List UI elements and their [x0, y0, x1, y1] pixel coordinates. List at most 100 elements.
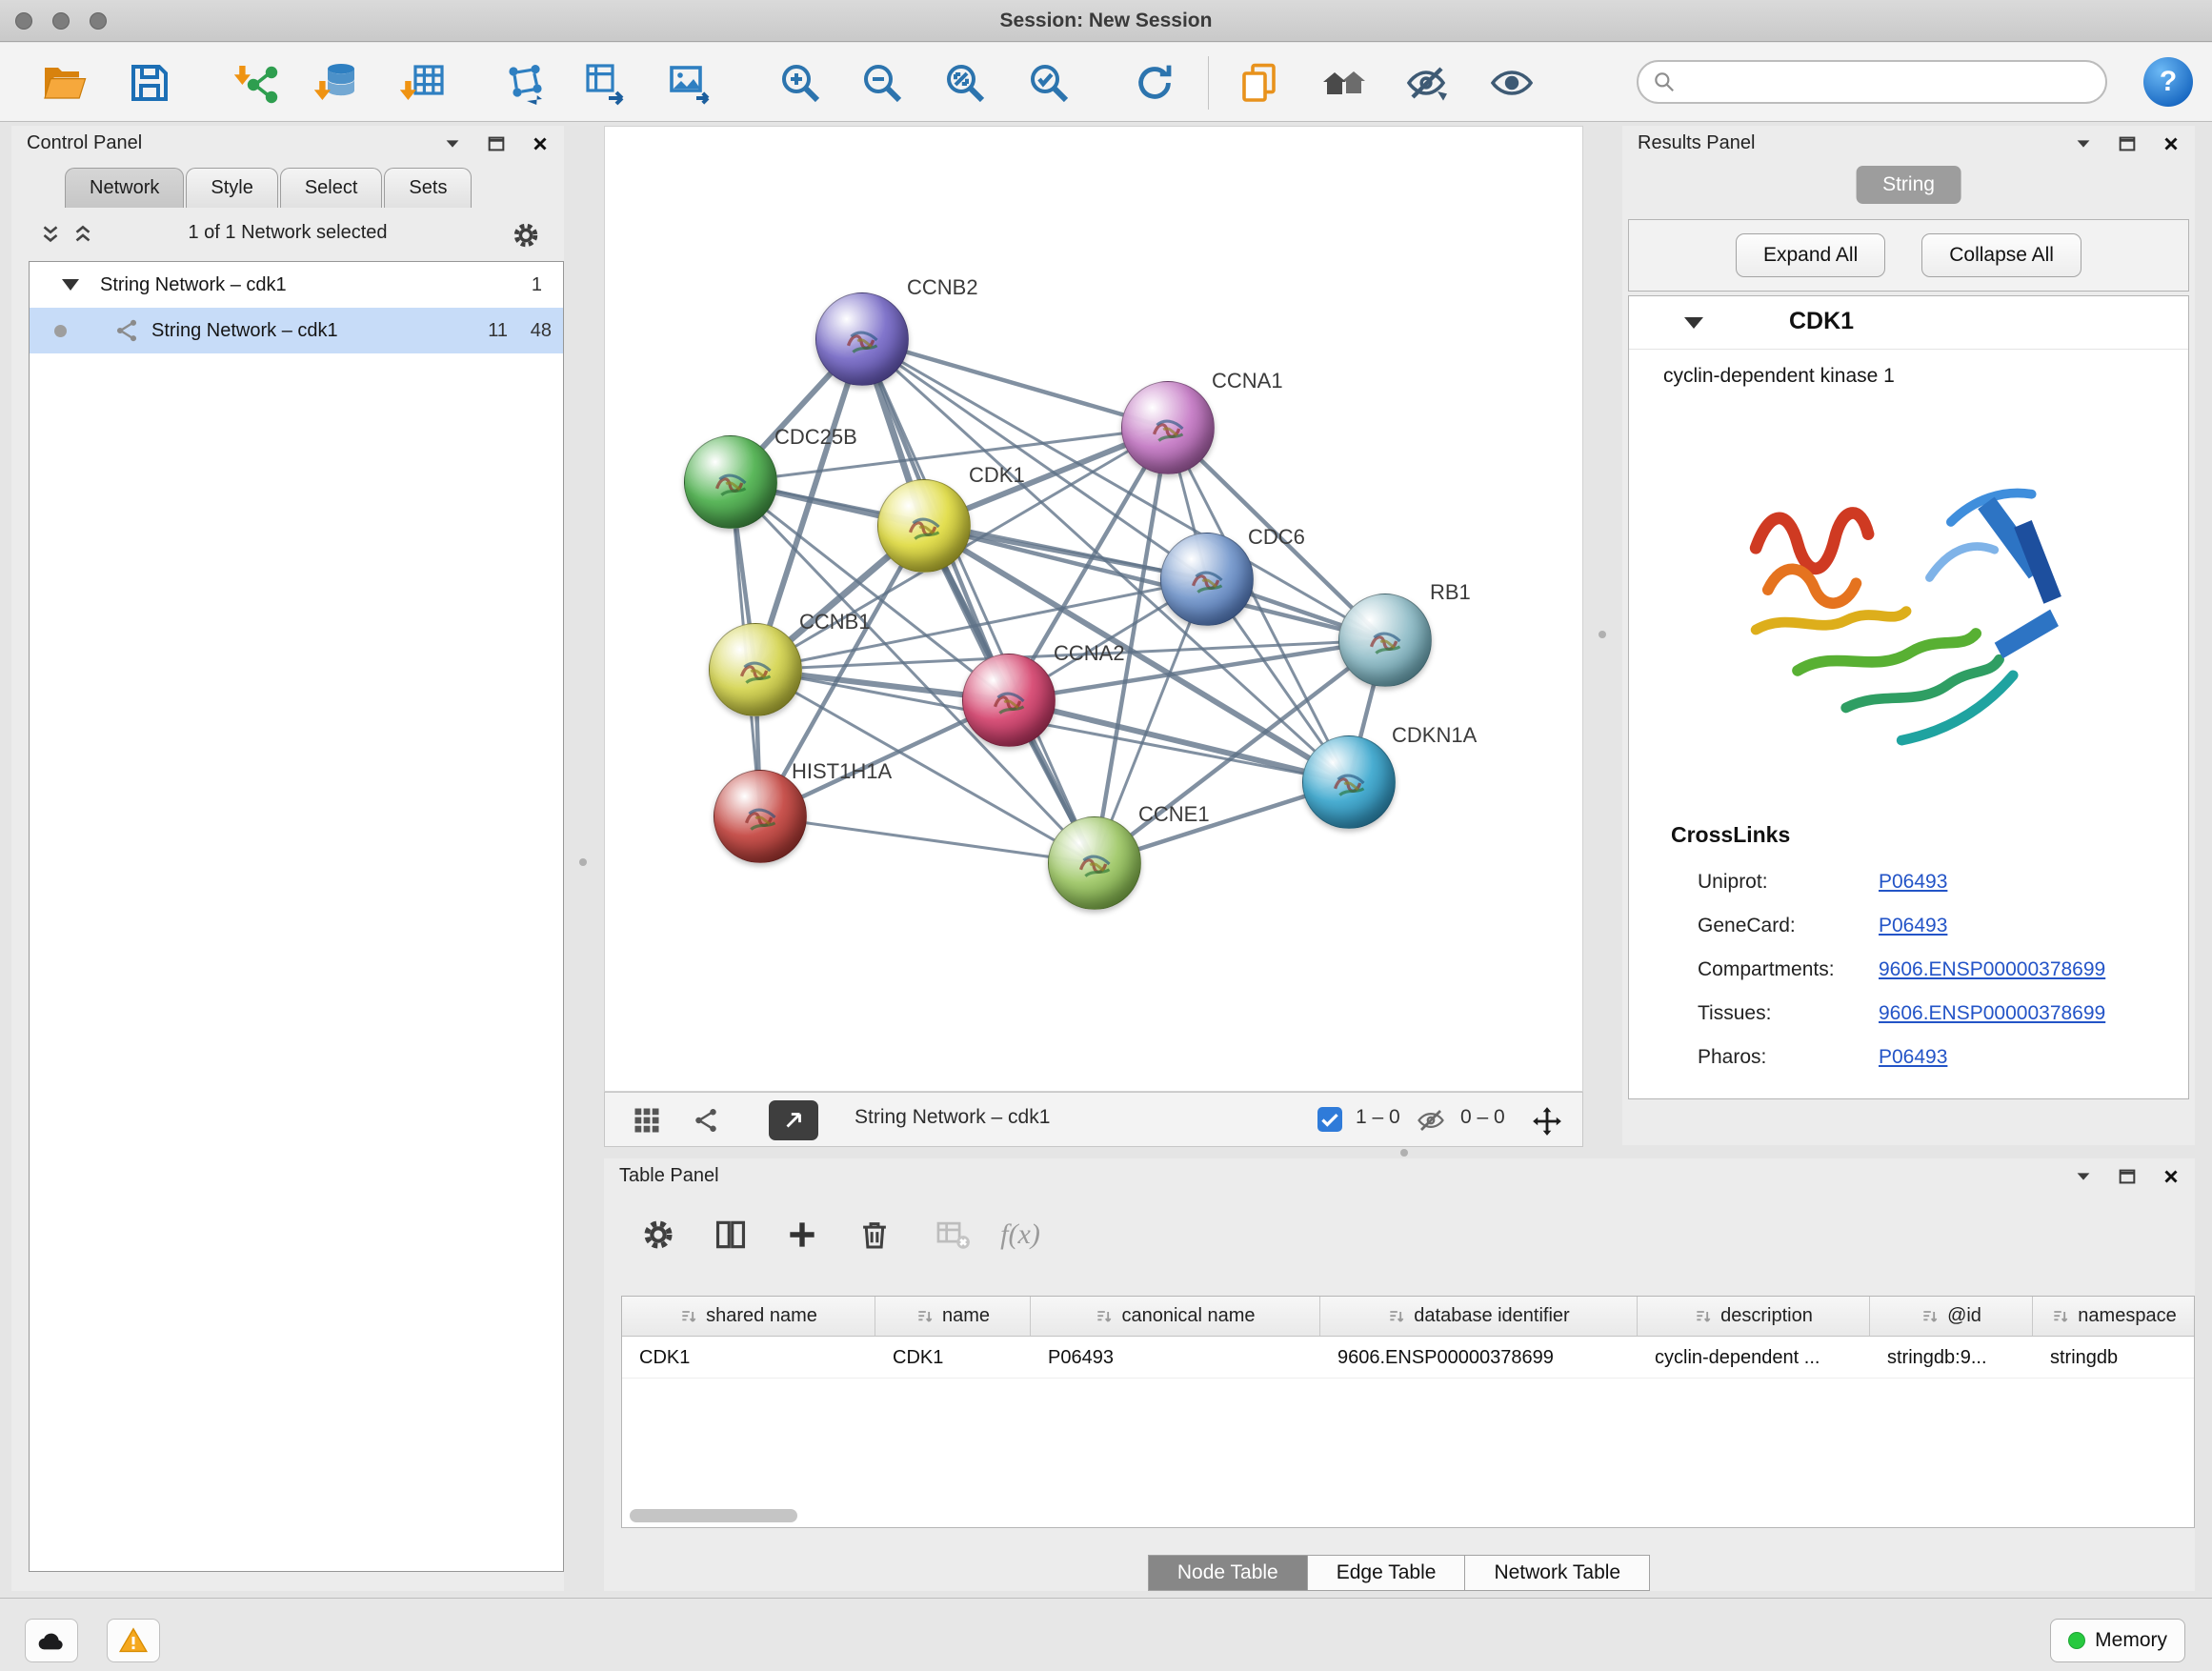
- export-image-button[interactable]: [662, 56, 715, 110]
- results-panel-close-button[interactable]: [2157, 130, 2185, 158]
- network-node-CCNE1[interactable]: [1048, 816, 1141, 910]
- crosslink-link[interactable]: 9606.ENSP00000378699: [1879, 948, 2105, 992]
- window-minimize-button[interactable]: [52, 12, 70, 30]
- search-input[interactable]: [1684, 71, 2105, 93]
- column-header-shared-name[interactable]: shared name: [622, 1297, 875, 1336]
- create-column-button[interactable]: [778, 1210, 826, 1259]
- window-zoom-button[interactable]: [90, 12, 107, 30]
- selected-indicator-checkbox[interactable]: [1317, 1107, 1342, 1132]
- control-panel-float-button[interactable]: [482, 130, 511, 158]
- memory-button[interactable]: Memory: [2050, 1619, 2185, 1662]
- table-cell[interactable]: CDK1: [875, 1337, 1031, 1378]
- birds-eye-view-button[interactable]: [626, 1102, 668, 1138]
- table-cell[interactable]: P06493: [1031, 1337, 1320, 1378]
- table-cell[interactable]: CDK1: [622, 1337, 875, 1378]
- delete-column-button[interactable]: [851, 1210, 898, 1259]
- welcome-screen-button[interactable]: [1317, 56, 1371, 110]
- crosslink-link[interactable]: 9606.ENSP00000378699: [1879, 992, 2105, 1036]
- expand-all-button[interactable]: Expand All: [1736, 233, 1885, 277]
- collapse-all-button[interactable]: Collapse All: [1921, 233, 2081, 277]
- network-overview-button[interactable]: [685, 1102, 727, 1138]
- network-row[interactable]: String Network – cdk1 11 48: [30, 308, 563, 353]
- show-columns-button[interactable]: [707, 1210, 754, 1259]
- crosslink-link[interactable]: P06493: [1879, 860, 1947, 904]
- new-network-button[interactable]: [498, 56, 552, 110]
- results-panel-collapse-button[interactable]: [2069, 130, 2098, 158]
- vertical-splitter-handle[interactable]: [1599, 631, 1606, 638]
- vertical-splitter-handle[interactable]: [579, 858, 587, 866]
- network-collection-row[interactable]: String Network – cdk1 1: [30, 262, 563, 308]
- table-panel-collapse-button[interactable]: [2069, 1162, 2098, 1191]
- network-canvas[interactable]: CCNB2CCNA1CDC25BCDK1CDC6RB1CCNB1CCNA2CDK…: [604, 126, 1583, 1092]
- toolbar-separator: [1208, 56, 1209, 110]
- crosslink-link[interactable]: P06493: [1879, 904, 1947, 948]
- control-panel-collapse-button[interactable]: [438, 130, 467, 158]
- zoom-in-button[interactable]: [774, 56, 827, 110]
- open-session-button[interactable]: [38, 56, 91, 110]
- tab-network-table[interactable]: Network Table: [1464, 1555, 1650, 1591]
- zoom-selected-button[interactable]: [1022, 56, 1076, 110]
- horizontal-splitter-handle[interactable]: [1400, 1149, 1408, 1157]
- network-node-CDC25B[interactable]: [684, 435, 777, 529]
- column-header--id[interactable]: @id: [1870, 1297, 2033, 1336]
- column-header-database-identifier[interactable]: database identifier: [1320, 1297, 1638, 1336]
- houses-icon: [1321, 60, 1367, 106]
- network-node-CCNA2[interactable]: [962, 654, 1056, 747]
- warnings-button[interactable]: [107, 1619, 160, 1662]
- tab-style[interactable]: Style: [186, 168, 277, 208]
- table-cell[interactable]: stringdb: [2033, 1337, 2195, 1378]
- help-button[interactable]: ?: [2143, 57, 2193, 107]
- tab-select[interactable]: Select: [280, 168, 383, 208]
- crosslink-link[interactable]: P06493: [1879, 1036, 1947, 1079]
- tree-expand-icon[interactable]: [62, 277, 79, 292]
- control-panel-close-button[interactable]: [526, 130, 554, 158]
- horizontal-scrollbar[interactable]: [630, 1509, 797, 1522]
- tab-node-table[interactable]: Node Table: [1148, 1555, 1308, 1591]
- search-box[interactable]: [1637, 60, 2107, 104]
- copy-style-button[interactable]: [1233, 56, 1286, 110]
- column-header-description[interactable]: description: [1638, 1297, 1870, 1336]
- column-header-canonical-name[interactable]: canonical name: [1031, 1297, 1320, 1336]
- table-cell[interactable]: cyclin-dependent ...: [1638, 1337, 1870, 1378]
- network-node-CCNB2[interactable]: [815, 292, 909, 386]
- function-builder-button[interactable]: f(x): [996, 1210, 1044, 1259]
- duplicate-network-button[interactable]: [578, 56, 632, 110]
- table-panel-close-button[interactable]: [2157, 1162, 2185, 1191]
- node-label-CDC6: CDC6: [1248, 525, 1305, 550]
- tab-network[interactable]: Network: [65, 168, 184, 208]
- tab-string[interactable]: String: [1856, 166, 1961, 204]
- fit-content-button[interactable]: [1531, 1102, 1569, 1140]
- table-row[interactable]: CDK1CDK1P064939606.ENSP00000378699cyclin…: [622, 1337, 2194, 1379]
- apply-layout-button[interactable]: [1128, 56, 1181, 110]
- save-session-button[interactable]: [123, 56, 176, 110]
- collapse-section-icon[interactable]: [1684, 315, 1703, 331]
- import-network-database-button[interactable]: [311, 56, 364, 110]
- zoom-out-button[interactable]: [855, 56, 909, 110]
- network-node-CCNA1[interactable]: [1121, 381, 1215, 474]
- column-header-namespace[interactable]: namespace: [2033, 1297, 2195, 1336]
- table-cell[interactable]: 9606.ENSP00000378699: [1320, 1337, 1638, 1378]
- hide-selected-button[interactable]: [1401, 56, 1455, 110]
- table-panel-float-button[interactable]: [2113, 1162, 2142, 1191]
- import-table-button[interactable]: [396, 56, 450, 110]
- tab-sets[interactable]: Sets: [384, 168, 472, 208]
- network-node-CDC6[interactable]: [1160, 533, 1254, 626]
- network-node-CDK1[interactable]: [877, 479, 971, 573]
- table-options-button[interactable]: [634, 1210, 682, 1259]
- tab-edge-table[interactable]: Edge Table: [1307, 1555, 1466, 1591]
- network-node-RB1[interactable]: [1338, 594, 1432, 687]
- protein-card-header[interactable]: CDK1: [1629, 296, 2188, 350]
- network-node-CDKN1A[interactable]: [1302, 735, 1396, 829]
- import-network-file-button[interactable]: [231, 56, 284, 110]
- window-close-button[interactable]: [15, 12, 32, 30]
- network-options-button[interactable]: [511, 217, 547, 253]
- table-cell[interactable]: stringdb:9...: [1870, 1337, 2033, 1378]
- show-all-button[interactable]: [1485, 56, 1538, 110]
- cloud-status-button[interactable]: [25, 1619, 78, 1662]
- zoom-fit-button[interactable]: [938, 56, 992, 110]
- column-header-name[interactable]: name: [875, 1297, 1031, 1336]
- export-view-button[interactable]: [769, 1100, 818, 1140]
- zoom-in-icon: [777, 60, 823, 106]
- results-panel-float-button[interactable]: [2113, 130, 2142, 158]
- network-node-CCNB1[interactable]: [709, 623, 802, 716]
